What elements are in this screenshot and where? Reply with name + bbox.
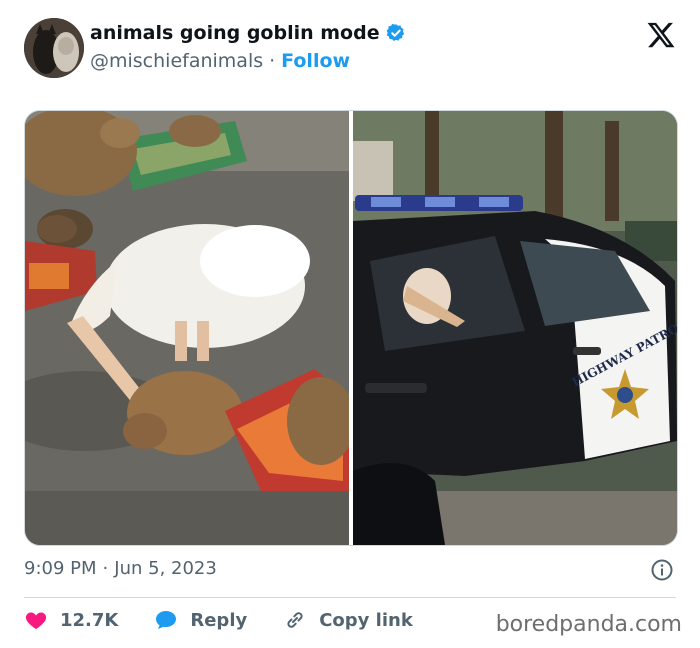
avatar[interactable]: [24, 18, 84, 78]
copy-link-label: Copy link: [319, 609, 413, 631]
reply-label: Reply: [190, 609, 248, 631]
divider: [24, 597, 676, 598]
tweet-date[interactable]: Jun 5, 2023: [114, 558, 217, 579]
like-count: 12.7K: [60, 609, 119, 631]
tweet-time[interactable]: 9:09 PM: [24, 558, 97, 579]
tweet-media[interactable]: HIGHWAY PATROL: [24, 110, 678, 546]
link-icon: [287, 612, 303, 628]
follow-button[interactable]: Follow: [281, 50, 350, 72]
left-photo: [25, 111, 355, 545]
right-photo: HIGHWAY PATROL: [353, 111, 677, 545]
time-separator: ·: [102, 558, 109, 579]
info-icon[interactable]: [650, 558, 674, 582]
display-name[interactable]: animals going goblin mode: [90, 22, 380, 44]
watermark: boredpanda.com: [495, 612, 682, 637]
handle-separator: ·: [269, 50, 276, 72]
handle[interactable]: @mischiefanimals: [90, 50, 263, 72]
like-button[interactable]: 12.7K: [24, 608, 118, 632]
copy-link-button[interactable]: Copy link: [283, 608, 413, 632]
verified-badge-icon: [386, 23, 404, 41]
x-logo-icon[interactable]: [646, 20, 676, 50]
reply-button[interactable]: Reply: [154, 608, 247, 632]
heart-icon: [25, 612, 47, 629]
reply-bubble-icon: [156, 611, 177, 629]
